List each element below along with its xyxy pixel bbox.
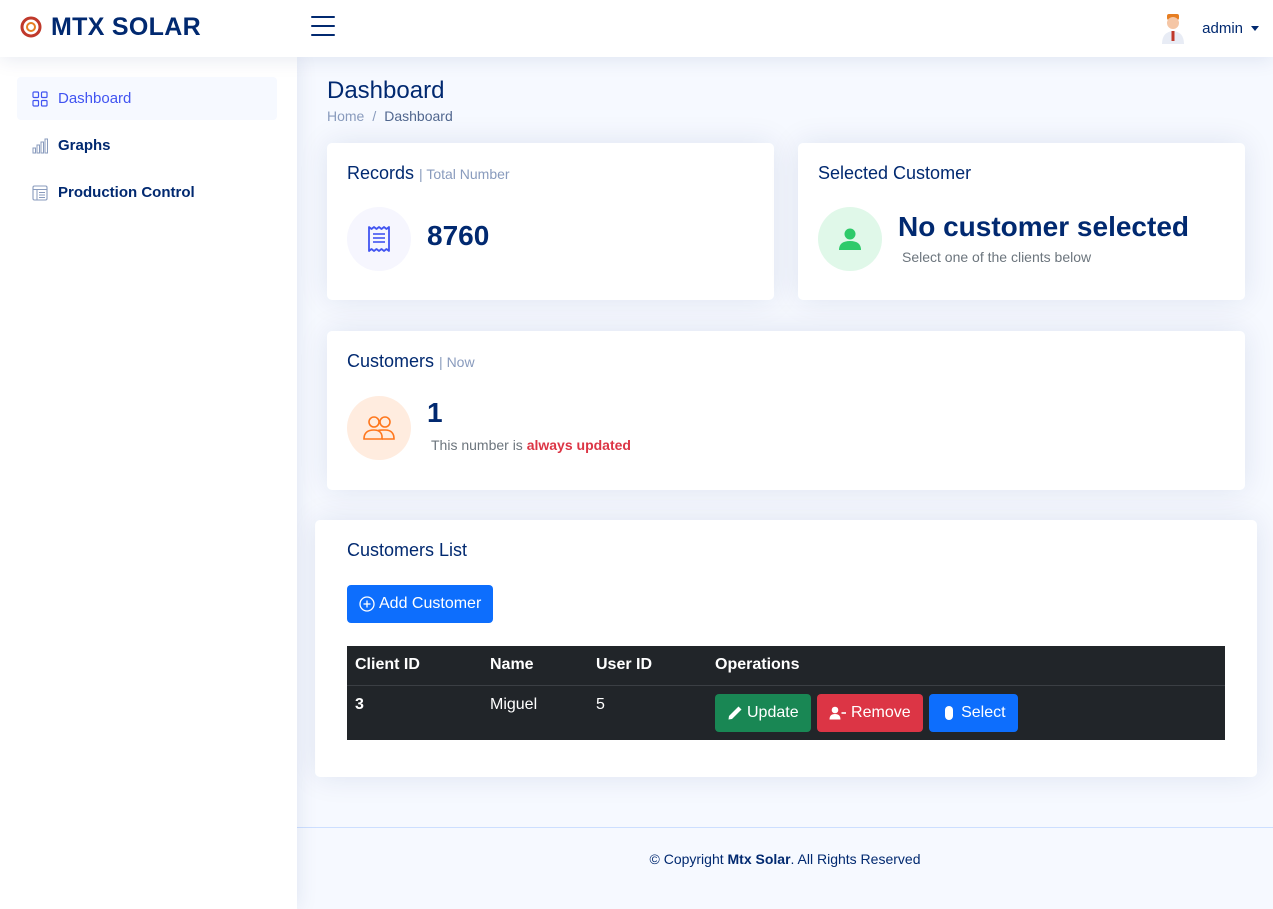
customers-card: Customers | Now 1 This number is always … [327, 331, 1245, 490]
sidebar-toggle-button[interactable] [311, 16, 335, 38]
layout-text-window-icon [32, 184, 48, 201]
brand-logo[interactable]: MTX SOLAR [20, 14, 201, 40]
table-row: 3 Miguel 5 Update Remove Select [347, 685, 1225, 740]
footer-prefix: © Copyright [649, 851, 728, 867]
breadcrumb-current: Dashboard [384, 108, 453, 124]
update-label: Update [747, 703, 799, 721]
sidebar-item-production-control[interactable]: Production Control [17, 171, 277, 214]
breadcrumb-home-link[interactable]: Home [327, 108, 364, 124]
records-value: 8760 [427, 220, 490, 251]
mouse-icon [945, 705, 954, 720]
receipt-icon [368, 226, 390, 252]
records-card: Records | Total Number 8760 [327, 143, 774, 300]
remove-button[interactable]: Remove [817, 693, 923, 732]
selected-customer-card: Selected Customer No customer selected S… [798, 143, 1245, 300]
select-label: Select [961, 703, 1006, 721]
customers-note-text: This number is [431, 437, 527, 453]
logo-icon [20, 16, 42, 38]
customers-note-highlight: always updated [526, 437, 631, 453]
user-avatar-icon [1162, 14, 1185, 44]
selected-customer-title: Selected Customer [818, 163, 972, 183]
hamburger-line [311, 16, 335, 18]
add-customer-button[interactable]: Add Customer [347, 585, 494, 623]
sidebar-item-label: Production Control [58, 184, 195, 201]
sidebar-item-dashboard[interactable]: Dashboard [17, 77, 277, 120]
breadcrumb-separator: / [372, 108, 377, 124]
top-header: MTX SOLAR admin [0, 0, 1273, 57]
update-button[interactable]: Update [715, 693, 811, 732]
sidebar-item-label: Dashboard [58, 90, 132, 107]
chevron-down-icon [1251, 25, 1259, 31]
user-name: admin [1202, 19, 1243, 37]
customers-value: 1 [427, 397, 443, 428]
customers-list-card: Customers List Add Customer Client ID Na… [315, 520, 1257, 777]
sidebar-item-label: Graphs [58, 137, 111, 154]
person-icon [839, 228, 861, 250]
column-header-operations: Operations [707, 646, 1225, 686]
table-header-row: Client ID Name User ID Operations [347, 646, 1225, 686]
sidebar: Dashboard Graphs Production Control [0, 57, 297, 909]
records-card-title: Records | Total Number [347, 163, 510, 184]
remove-label: Remove [851, 703, 911, 721]
brand-name: MTX SOLAR [51, 13, 201, 41]
records-icon-circle [347, 207, 411, 271]
cell-operations: Update Remove Select [707, 685, 1225, 740]
customers-subtitle: | Now [439, 354, 475, 370]
cell-user-id: 5 [596, 695, 605, 713]
cell-name: Miguel [490, 695, 538, 713]
plus-circle-icon [359, 596, 375, 612]
select-button[interactable]: Select [929, 693, 1018, 732]
customers-list-title: Customers List [347, 540, 468, 560]
selected-customer-hint: Select one of the clients below [902, 249, 1092, 265]
breadcrumb: Home / Dashboard [327, 108, 453, 124]
bar-chart-icon [32, 138, 48, 153]
records-subtitle: | Total Number [419, 166, 510, 182]
add-customer-label: Add Customer [379, 595, 482, 612]
grid-icon [32, 90, 48, 107]
user-menu[interactable]: admin [1158, 12, 1259, 44]
customers-title: Customers [347, 351, 435, 371]
pencil-icon [728, 706, 742, 719]
column-header-name: Name [482, 646, 588, 686]
customers-icon-circle [347, 396, 411, 460]
customers-table: Client ID Name User ID Operations 3 Migu… [347, 646, 1225, 740]
cell-client-id: 3 [355, 695, 364, 713]
footer-brand: Mtx Solar [727, 851, 791, 867]
records-title: Records [347, 163, 415, 183]
hamburger-line [311, 25, 335, 27]
customers-card-title: Customers | Now [347, 351, 475, 372]
column-header-user-id: User ID [588, 646, 707, 686]
footer-suffix: . All Rights Reserved [790, 851, 921, 867]
page-title: Dashboard [327, 77, 445, 104]
customers-note: This number is always updated [431, 437, 631, 453]
selected-customer-headline: No customer selected [898, 211, 1189, 242]
selected-customer-icon-circle [818, 207, 882, 271]
column-header-client-id: Client ID [347, 646, 482, 686]
person-dash-icon [829, 706, 847, 719]
people-icon [363, 416, 395, 440]
sidebar-item-graphs[interactable]: Graphs [17, 124, 277, 167]
footer: © Copyright Mtx Solar. All Rights Reserv… [297, 827, 1273, 909]
hamburger-line [311, 34, 335, 36]
